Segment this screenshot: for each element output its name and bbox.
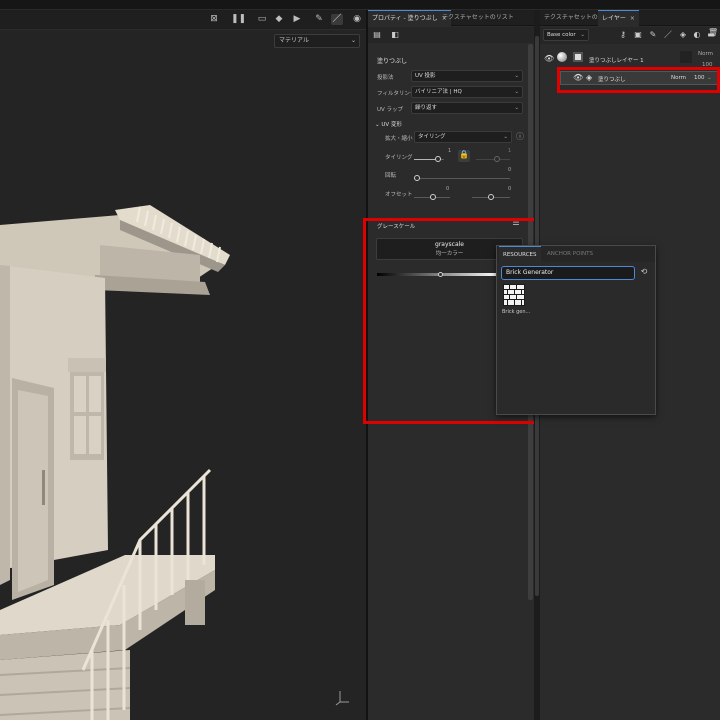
uv-transform-header[interactable]: ⌄ UV 変形 — [375, 120, 402, 128]
contrast-icon[interactable]: ◧ — [390, 30, 400, 40]
brush-icon[interactable]: ✎ — [648, 30, 658, 40]
tab-texture-set-list[interactable]: テクスチャセットのリスト — [438, 10, 518, 26]
rotation-value: 0 — [508, 167, 512, 173]
tab-layers[interactable]: レイヤー × — [598, 10, 639, 26]
channel-select-label: Base color — [547, 32, 576, 38]
projection-dropdown[interactable]: UV 投影 ⌄ — [411, 70, 523, 82]
tiling-slider-knob[interactable] — [435, 156, 441, 162]
uv-wrap-value: 繰り返す — [415, 105, 438, 111]
layers-toolbar: Base color ⌄ ⚷ ▣ ✎ ／ ◈ ◐ ▬ — [540, 27, 720, 44]
filtering-value: バイリニア法 | HQ — [415, 89, 462, 95]
popup-tabstrip: RESOURCES ANCHOR POINTS — [497, 246, 655, 262]
tab-resources[interactable]: RESOURCES — [499, 246, 541, 262]
resource-search-input[interactable]: Brick Generator — [501, 266, 635, 280]
title-strip — [0, 0, 720, 10]
tab-anchor-points[interactable]: ANCHOR POINTS — [543, 246, 597, 262]
rotation-slider-track[interactable] — [414, 178, 510, 179]
chevron-down-icon: ⌄ — [375, 122, 380, 128]
brick-generator-label: Brick gen... — [502, 309, 531, 315]
refresh-icon[interactable]: ⟲ — [639, 267, 649, 277]
rotation-slider-knob[interactable] — [414, 175, 420, 181]
layer-blend-mode[interactable]: Norm — [698, 51, 713, 57]
properties-icon-row: ▤ ◧ — [368, 27, 534, 43]
fill-section-title: 塗りつぶし — [377, 58, 408, 65]
layer-thumbnail — [557, 52, 567, 62]
tiling-value: 1 — [448, 148, 452, 154]
mask-thumbnail — [573, 52, 583, 62]
scale-value: タイリング — [418, 134, 446, 140]
chevron-down-icon: ⌄ — [503, 134, 508, 140]
close-icon[interactable]: × — [630, 15, 635, 22]
tab-properties-fill-label: プロパティ - 塗りつぶし — [372, 15, 438, 22]
resource-search-value: Brick Generator — [506, 269, 554, 276]
scale-dropdown[interactable]: タイリング ⌄ — [414, 131, 512, 143]
layer-name: 塗りつぶしレイヤー 1 — [589, 58, 644, 64]
axis-gizmo-icon — [335, 691, 349, 706]
viewport-3d[interactable]: ⊠ ❚❚ ▭ ◆ ▶ ✎ ／ ◉ マテリアル ⌄ — [0, 10, 366, 720]
fill-bucket-icon[interactable]: ◈ — [678, 30, 688, 40]
tab-texture-set-list-label: テクスチャセットのリスト — [442, 14, 514, 21]
palette-icon[interactable]: ◐ — [692, 30, 702, 40]
mask-icon[interactable]: ▣ — [633, 30, 643, 40]
pencil-icon[interactable]: ／ — [663, 30, 673, 40]
projection-label: 投影法 — [377, 75, 394, 81]
rotation-label: 回転 — [385, 173, 397, 179]
uv-wrap-label: UV ラップ — [377, 107, 404, 113]
uv-transform-title: UV 変形 — [381, 122, 402, 128]
uv-wrap-dropdown[interactable]: 繰り返す ⌄ — [411, 102, 523, 114]
layer-color-swatch — [680, 51, 692, 63]
channel-select[interactable]: Base color ⌄ — [543, 29, 589, 41]
tiling-slider-2-track — [476, 159, 510, 160]
offset-value-2: 0 — [508, 186, 512, 192]
building-model — [0, 205, 230, 720]
chevron-down-icon: ⌄ — [514, 105, 519, 111]
info-icon[interactable]: ⓘ — [515, 132, 525, 142]
brick-pattern-icon — [503, 284, 525, 306]
trash-icon[interactable]: 🗑 — [708, 28, 718, 38]
resource-popup: RESOURCES ANCHOR POINTS Brick Generator … — [496, 245, 656, 415]
layers-tabstrip: テクスチャセットの設定 レイヤー × — [540, 10, 720, 26]
filtering-label: フィルタリング — [377, 91, 416, 97]
scale-label: 拡大・縮小 — [385, 136, 413, 142]
chevron-down-icon: ⌄ — [514, 73, 519, 79]
tiling-value-2: 1 — [508, 148, 512, 154]
properties-tabstrip: プロパティ - 塗りつぶし × テクスチャセットのリスト — [368, 10, 534, 26]
offset-slider-knob[interactable] — [430, 194, 436, 200]
offset-label: オフセット — [385, 192, 413, 198]
chevron-down-icon: ⌄ — [514, 89, 519, 95]
offset-value: 0 — [446, 186, 450, 192]
eye-icon[interactable]: 👁 — [544, 54, 554, 63]
tiling-slider-fill — [414, 159, 436, 160]
brick-generator-thumbnail[interactable] — [503, 284, 525, 306]
tiling-label: タイリング — [385, 155, 413, 161]
filtering-dropdown[interactable]: バイリニア法 | HQ ⌄ — [411, 86, 523, 98]
tiling-slider-2-knob — [494, 156, 500, 162]
chevron-down-icon: ⌄ — [580, 32, 585, 38]
offset-slider-2-knob[interactable] — [488, 194, 494, 200]
properties-view-icon[interactable]: ▤ — [372, 30, 382, 40]
wand-icon[interactable]: ⚷ — [618, 30, 628, 40]
tab-layers-label: レイヤー — [602, 15, 626, 22]
highlight-box-layer — [557, 67, 720, 93]
lock-icon[interactable]: 🔒 — [458, 150, 470, 162]
projection-value: UV 投影 — [415, 73, 436, 79]
